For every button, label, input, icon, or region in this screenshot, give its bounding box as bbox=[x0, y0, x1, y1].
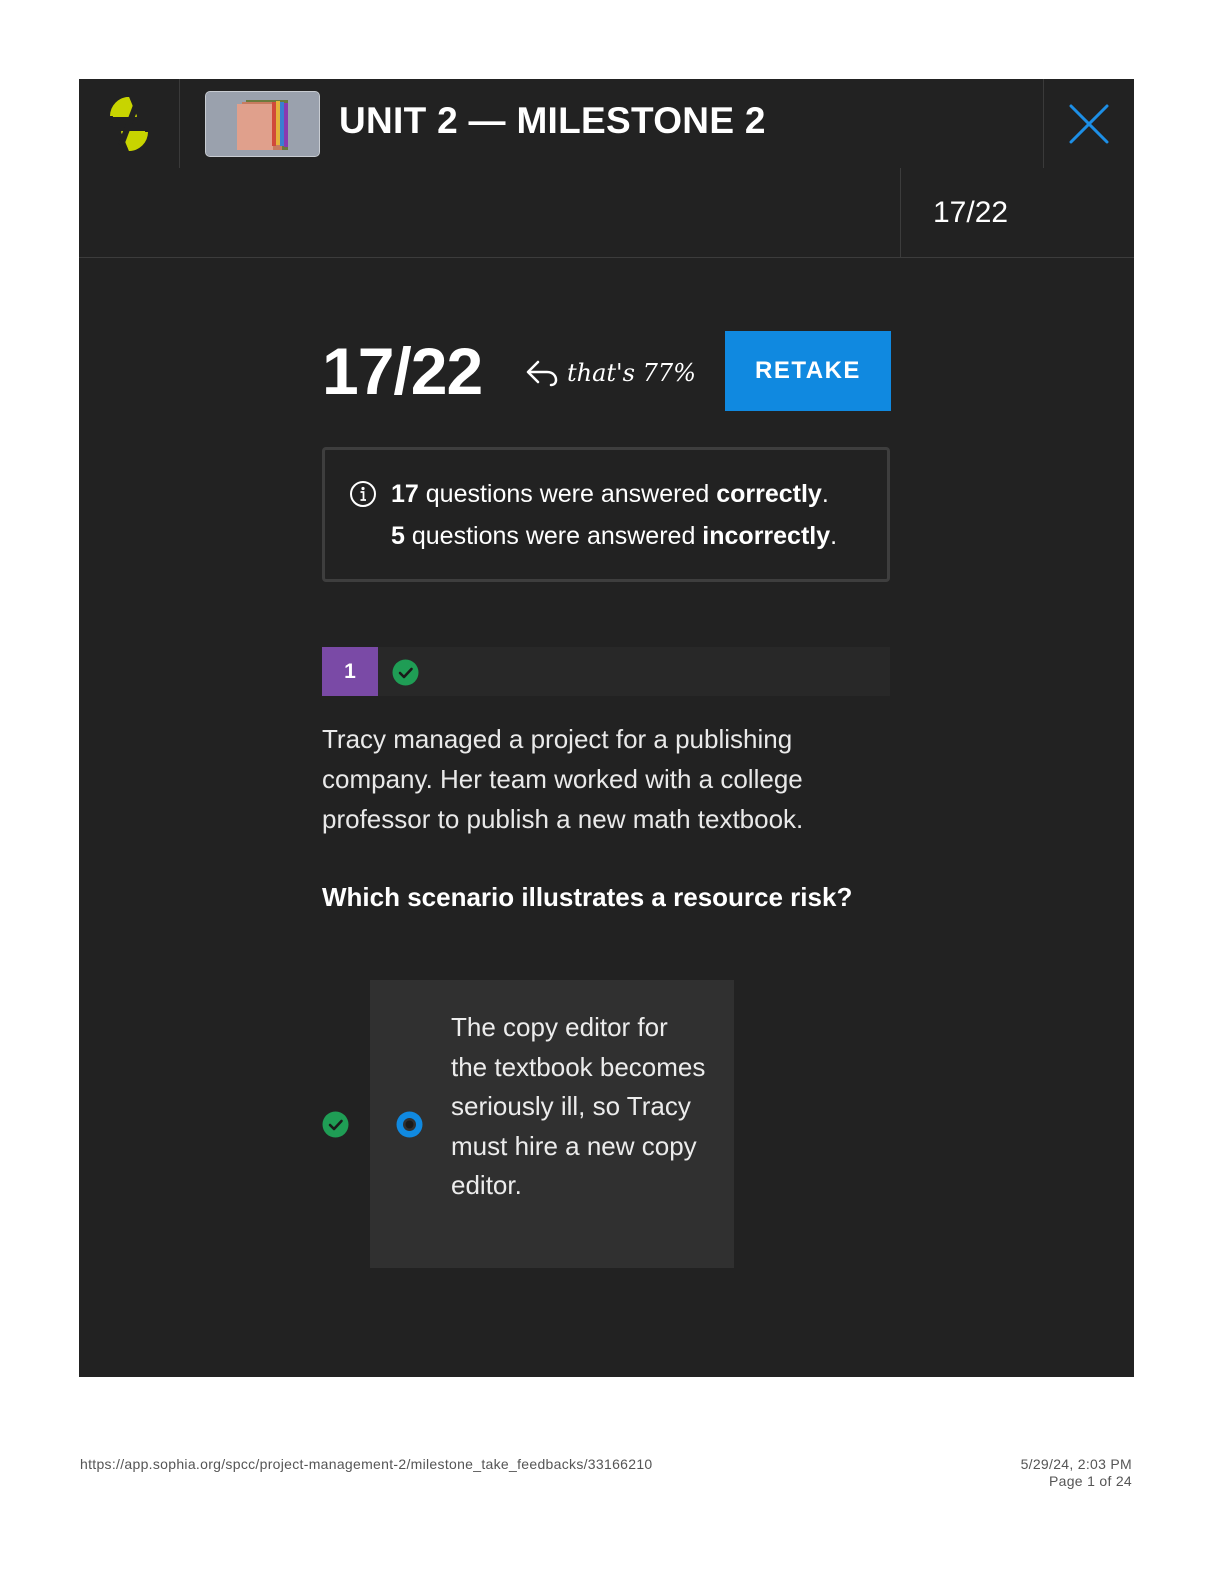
correct-word: correctly bbox=[716, 480, 822, 508]
results-summary: 17 questions were answered correctly. 5 … bbox=[322, 447, 890, 582]
footer-datetime: 5/29/24, 2:03 PM bbox=[1020, 1456, 1132, 1472]
incorrect-text: questions were answered bbox=[404, 522, 703, 550]
top-bar: UNIT 2 — MILESTONE 2 bbox=[79, 79, 1134, 168]
correct-period: . bbox=[821, 480, 829, 508]
answer-correct-check-icon bbox=[322, 1111, 349, 1138]
header-score: 17/22 bbox=[900, 168, 1134, 257]
logo-cell[interactable] bbox=[79, 79, 180, 168]
close-button[interactable] bbox=[1043, 79, 1134, 168]
course-binders-thumbnail bbox=[206, 92, 319, 156]
answer-text: The copy editor for the textbook becomes… bbox=[451, 1012, 706, 1200]
correct-count: 17 bbox=[391, 480, 419, 508]
course-thumbnail bbox=[205, 91, 320, 157]
radio-selected-icon[interactable] bbox=[396, 1111, 423, 1138]
app-window: UNIT 2 — MILESTONE 2 17/22 17/22 that's … bbox=[79, 79, 1134, 1377]
footer-meta: 5/29/24, 2:03 PM Page 1 of 24 bbox=[1021, 1456, 1132, 1490]
question-text: Tracy managed a project for a publishing… bbox=[322, 724, 804, 834]
correct-summary: 17 questions were answered correctly. bbox=[391, 480, 829, 509]
close-icon bbox=[1069, 104, 1109, 143]
question-number[interactable]: 1 bbox=[322, 647, 378, 696]
score-subheader: 17/22 bbox=[79, 168, 1134, 258]
sophia-logo-icon bbox=[110, 96, 148, 151]
question-header: 1 bbox=[322, 647, 890, 696]
percent-note: that's 77% bbox=[525, 353, 696, 393]
incorrect-word: incorrectly bbox=[702, 522, 831, 550]
correct-text: questions were answered bbox=[418, 480, 717, 508]
info-icon bbox=[350, 481, 376, 507]
answer-option[interactable]: The copy editor for the textbook becomes… bbox=[370, 980, 734, 1268]
footer-url: https://app.sophia.org/spcc/project-mana… bbox=[80, 1456, 653, 1472]
incorrect-count: 5 bbox=[391, 522, 405, 550]
correct-check-icon bbox=[392, 659, 419, 686]
incorrect-period: . bbox=[830, 522, 838, 550]
retake-button[interactable]: RETAKE bbox=[725, 331, 891, 411]
curved-arrow-icon bbox=[526, 360, 558, 387]
percent-note-text: that's 77% bbox=[567, 359, 696, 387]
unit-title: UNIT 2 — MILESTONE 2 bbox=[339, 100, 766, 141]
question-prompt: Which scenario illustrates a resource ri… bbox=[322, 882, 853, 912]
footer-page: Page 1 of 24 bbox=[1049, 1473, 1132, 1489]
big-score: 17/22 bbox=[322, 334, 483, 408]
incorrect-summary: 5 questions were answered incorrectly. bbox=[391, 522, 837, 551]
score-row: 17/22 that's 77% RETAKE bbox=[322, 331, 891, 411]
